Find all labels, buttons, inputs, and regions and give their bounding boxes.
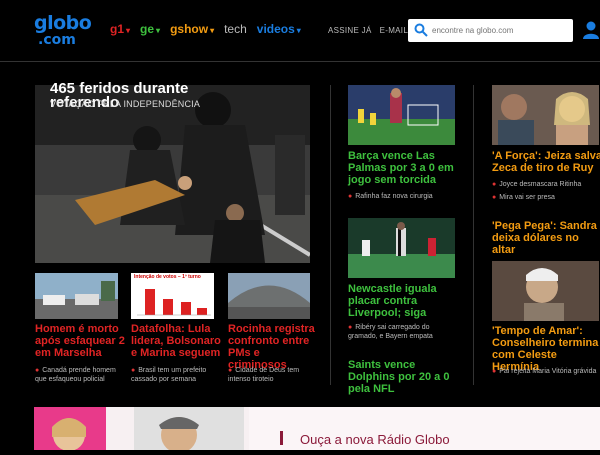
column-divider	[473, 85, 474, 385]
card-subitem[interactable]: ● Cidade de Deus tem intenso tiroteio	[228, 366, 316, 384]
thumb-rocinha[interactable]	[228, 273, 310, 319]
column-divider	[330, 85, 331, 385]
barca-photo	[348, 85, 455, 145]
card-subitem[interactable]: ● Mira vai ser presa	[492, 193, 600, 202]
chevron-down-icon: ▾	[210, 26, 215, 35]
aforca-photo	[492, 85, 599, 145]
newcastle-photo	[348, 218, 455, 278]
card-title[interactable]: Newcastle iguala placar contra Liverpool…	[348, 283, 458, 319]
main-nav: g1 ▾ ge ▾ gshow ▾ tech videos ▾	[110, 22, 301, 36]
marselha-photo	[35, 273, 118, 319]
chevron-down-icon: ▾	[156, 26, 161, 35]
bullet-icon: ●	[348, 324, 353, 331]
card-subitem[interactable]: ● Canadá prende homem que esfaqueou polic…	[35, 366, 125, 384]
bullet-icon: ●	[131, 367, 136, 374]
thumb-tempodeamar[interactable]	[492, 261, 599, 321]
bullet-icon: ●	[228, 367, 233, 374]
bullet-icon: ●	[35, 367, 40, 374]
thumb-aforca[interactable]	[492, 85, 599, 145]
card-title[interactable]: Datafolha: Lula lidera, Bolsonaro e Mari…	[131, 323, 223, 359]
search-icon[interactable]	[414, 23, 428, 37]
card-title[interactable]: 'A Força': Jeiza salva Zeca de tiro de R…	[492, 150, 600, 174]
bullet-icon: ●	[492, 368, 497, 375]
thumb-marselha[interactable]	[35, 273, 118, 319]
hero-subtitle: VOTAÇÃO PELA INDEPENDÊNCIA	[50, 99, 201, 109]
chevron-down-icon: ▾	[296, 26, 301, 35]
card-title[interactable]: Saints vence Dolphins por 20 a 0 pela NF…	[348, 359, 463, 395]
bullet-icon: ●	[492, 181, 497, 188]
top-header: globo .com g1 ▾ ge ▾ gshow ▾ tech videos ▾ A…	[0, 0, 600, 62]
bullet-icon: ●	[492, 194, 497, 201]
card-title[interactable]: Rocinha registra confronto entre PMs e c…	[228, 323, 316, 371]
card-title[interactable]: 'Tempo de Amar': Conselheiro termina com…	[492, 325, 600, 373]
card-title[interactable]: 'Pega Pega': Sandra deixa dólares no alt…	[492, 220, 600, 256]
nav-g1[interactable]: g1 ▾	[110, 22, 130, 36]
globo-logo[interactable]: globo .com	[34, 12, 92, 48]
nav-gshow[interactable]: gshow ▾	[170, 22, 214, 36]
card-subitem[interactable]: ● Ribéry sai carregado do gramado, e Baye…	[348, 323, 458, 341]
card-title[interactable]: Barça vence Las Palmas por 3 a 0 em jogo…	[348, 150, 458, 186]
card-subitem[interactable]: ● Brasil tem um prefeito cassado por sema…	[131, 366, 221, 384]
thumb-barca[interactable]	[348, 85, 455, 145]
thumb-newcastle[interactable]	[348, 218, 455, 278]
card-subitem[interactable]: ● Pai rejeita Maria Vitória grávida	[492, 367, 600, 376]
hero-photo	[35, 85, 310, 263]
chevron-down-icon: ▾	[126, 26, 131, 35]
bullet-icon: ●	[348, 193, 353, 200]
hero-image[interactable]	[35, 85, 310, 263]
nav-ge[interactable]: ge ▾	[140, 22, 160, 36]
nav-tech[interactable]: tech	[224, 22, 247, 36]
card-subitem[interactable]: ● Joyce desmascara Ritinha	[492, 180, 600, 189]
rocinha-photo	[228, 273, 310, 319]
logo-line1: globo	[34, 12, 92, 34]
nav-videos[interactable]: videos ▾	[257, 22, 301, 36]
top-links: ASSINE JÁ E-MAIL ▾	[328, 26, 415, 35]
card-subitem[interactable]: ● Rafinha faz nova cirurgia	[348, 192, 458, 201]
banner-title[interactable]: Ouça a nova Rádio Globo	[300, 432, 450, 447]
search-box	[408, 19, 573, 42]
search-input[interactable]	[432, 22, 567, 39]
user-icon[interactable]	[582, 20, 600, 40]
tempodeamar-photo	[492, 261, 599, 321]
assine-link[interactable]: ASSINE JÁ	[328, 26, 372, 35]
chart-caption: Intenção de votos – 1º turno	[134, 274, 201, 280]
logo-line2: .com	[38, 32, 76, 48]
thumb-datafolha[interactable]: Intenção de votos – 1º turno	[131, 273, 214, 319]
card-title[interactable]: Homem é morto após esfaquear 2 em Marsel…	[35, 323, 125, 359]
